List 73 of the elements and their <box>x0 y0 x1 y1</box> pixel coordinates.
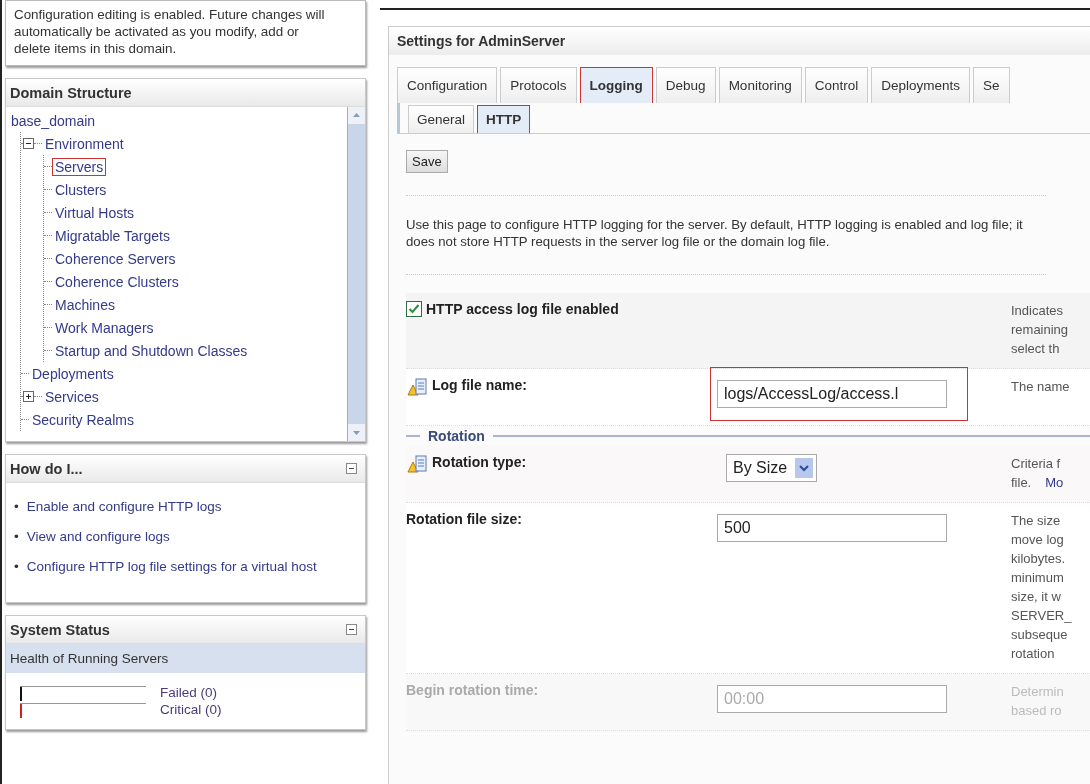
help-text: The name <box>1011 378 1070 396</box>
help-link[interactable]: Enable and configure HTTP logs <box>26 497 222 516</box>
tree-item[interactable]: Servers <box>52 157 107 176</box>
tree-item[interactable]: Migratable Targets <box>52 226 173 245</box>
panel-title: System Status <box>10 621 110 638</box>
save-button[interactable]: Save <box>406 150 448 173</box>
plus-box-icon[interactable] <box>23 391 34 402</box>
help-text: size, it w <box>1011 588 1062 606</box>
field-label: Log file name: <box>432 377 527 393</box>
help-text: select th <box>1011 340 1061 358</box>
section-subtitle: Health of Running Servers <box>6 644 365 673</box>
tab[interactable]: Configuration <box>397 67 498 103</box>
help-text: minimum <box>1011 569 1065 587</box>
tree-item[interactable]: Startup and Shutdown Classes <box>52 341 251 360</box>
tab[interactable]: Se <box>973 67 1010 103</box>
tree-item[interactable]: Clusters <box>52 180 110 199</box>
scrollbar[interactable] <box>347 107 365 441</box>
tree-item[interactable]: Deployments <box>29 364 117 383</box>
page-description: Use this page to configure HTTP logging for the server. By default, HTTP logging is enabled and log file; it does not store HTTP requests in the server log file or the domain log file. <box>406 195 1046 275</box>
panel-title: How do I... <box>10 460 83 477</box>
tab[interactable]: Debug <box>655 67 716 103</box>
tree-item[interactable]: Work Managers <box>52 318 157 337</box>
help-text: Criteria f <box>1011 455 1062 473</box>
tab[interactable]: Control <box>804 67 869 103</box>
help-text: file. Mo <box>1011 474 1064 492</box>
help-link[interactable]: Configure HTTP log file settings for a virtual host <box>26 557 317 576</box>
list-bullet: • <box>14 558 19 576</box>
section-legend: Rotation <box>428 428 485 444</box>
more-link[interactable]: Mo <box>1045 475 1064 490</box>
help-text: move log <box>1011 531 1065 549</box>
tab[interactable]: Deployments <box>871 67 970 103</box>
list-bullet: • <box>14 528 19 546</box>
field-label: Begin rotation time: <box>406 682 539 698</box>
help-text: Determin <box>1011 683 1064 701</box>
field-label: Rotation type: <box>432 454 527 470</box>
subtab[interactable]: HTTP <box>477 105 531 133</box>
field-label: Rotation file size: <box>406 511 522 527</box>
checkbox[interactable] <box>406 301 422 317</box>
help-text: The size <box>1011 512 1062 530</box>
text-field[interactable]: logs/AccessLog/access.l <box>717 380 947 408</box>
field-label: HTTP access log file enabled <box>426 301 619 317</box>
tab[interactable]: Protocols <box>500 67 577 103</box>
tab[interactable]: Monitoring <box>718 67 802 103</box>
tree-item[interactable]: base_domain <box>8 111 99 130</box>
tree-item[interactable]: Machines <box>52 295 118 314</box>
settings-title: Settings for AdminServer <box>389 27 1090 55</box>
help-text: Indicates <box>1011 302 1065 320</box>
health-label[interactable]: Failed (0) <box>160 685 218 700</box>
help-text: rotation <box>1011 645 1056 663</box>
help-text: SERVER_ <box>1011 607 1072 625</box>
help-text: kilobytes. <box>1011 550 1067 568</box>
text-field[interactable]: 500 <box>717 514 947 542</box>
health-label[interactable]: Critical (0) <box>160 702 222 717</box>
list-bullet: • <box>14 498 19 516</box>
help-text: based ro <box>1011 702 1063 720</box>
collapse-icon[interactable] <box>346 463 357 474</box>
tree-item[interactable]: Virtual Hosts <box>52 203 138 222</box>
collapse-icon[interactable] <box>346 624 357 635</box>
help-text: remaining <box>1011 321 1069 339</box>
notice-text: Configuration editing is enabled. Future changes will automatically be activated as you modify, add or delete items in this domain. <box>5 0 366 66</box>
tree-item[interactable]: Security Realms <box>29 410 137 429</box>
rotation-type-dropdown[interactable]: By Size <box>726 454 818 482</box>
tree-item[interactable]: Coherence Clusters <box>52 272 182 291</box>
chevron-down-icon <box>795 458 814 478</box>
tree-item[interactable]: Services <box>42 387 102 406</box>
tree-item[interactable]: Environment <box>42 134 127 153</box>
help-text: subseque <box>1011 626 1069 644</box>
minus-box-icon[interactable] <box>23 138 34 149</box>
panel-title: Domain Structure <box>10 84 132 101</box>
subtab[interactable]: General <box>408 105 475 133</box>
help-link[interactable]: View and configure logs <box>26 527 170 546</box>
tab[interactable]: Logging <box>579 67 653 103</box>
tree-item[interactable]: Coherence Servers <box>52 249 179 268</box>
